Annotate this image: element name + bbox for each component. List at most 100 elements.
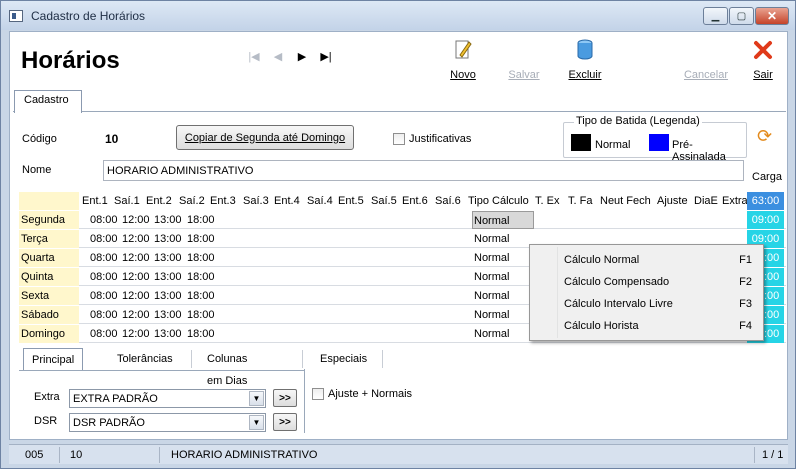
- ajuste-normais-checkbox[interactable]: Ajuste + Normais: [312, 388, 412, 401]
- time-cell[interactable]: 18:00: [187, 325, 215, 343]
- day-cell: Sábado: [19, 306, 79, 324]
- tab-colunas-em-dias[interactable]: Colunas em Dias: [199, 348, 255, 387]
- chevron-down-icon[interactable]: ▼: [249, 415, 264, 430]
- tipo-calculo-cell[interactable]: Normal: [474, 306, 509, 324]
- justificativas-checkbox[interactable]: Justificativas: [393, 133, 471, 146]
- menu-shortcut: F4: [739, 320, 752, 332]
- time-cell[interactable]: 08:00: [90, 230, 118, 248]
- refresh-icon[interactable]: ⟳: [757, 126, 772, 147]
- time-cell[interactable]: 13:00: [154, 249, 182, 267]
- window-title: Cadastro de Horários: [31, 8, 146, 23]
- day-cell: Quarta: [19, 249, 79, 267]
- menu-item-calculo-compensado[interactable]: Cálculo Compensado F2: [564, 272, 754, 292]
- col-ent1: Ent.1: [82, 195, 108, 207]
- checkbox-box[interactable]: [393, 133, 405, 146]
- time-cell[interactable]: 18:00: [187, 211, 215, 229]
- checkbox-box[interactable]: [312, 388, 324, 401]
- sair-label: Sair: [753, 69, 773, 81]
- novo-button[interactable]: Novo: [433, 38, 493, 81]
- status-divider: [754, 447, 755, 463]
- salvar-label: Salvar: [508, 69, 540, 81]
- tipo-calculo-cell[interactable]: Normal: [474, 287, 509, 305]
- time-cell[interactable]: 12:00: [122, 325, 150, 343]
- time-cell[interactable]: 18:00: [187, 306, 215, 324]
- time-cell[interactable]: 08:00: [90, 211, 118, 229]
- title-bar[interactable]: Cadastro de Horários ▁ ▢ ✕: [1, 1, 795, 30]
- extra-select[interactable]: EXTRA PADRÃO ▼: [69, 389, 266, 408]
- time-cell[interactable]: 18:00: [187, 287, 215, 305]
- time-cell[interactable]: 18:00: [187, 249, 215, 267]
- col-ent6: Ent.6: [402, 195, 428, 207]
- panel-divider: [304, 369, 305, 433]
- time-cell[interactable]: 13:00: [154, 268, 182, 286]
- time-cell[interactable]: 13:00: [154, 230, 182, 248]
- tab-especiais[interactable]: Especiais: [312, 348, 375, 370]
- extra-more-button[interactable]: >>: [273, 389, 297, 407]
- tab-principal[interactable]: Principal: [23, 348, 84, 370]
- copy-week-button[interactable]: Copiar de Segunda até Domingo: [176, 125, 354, 150]
- total-carga: 63:00: [747, 192, 784, 210]
- tipo-calculo-cell[interactable]: Normal: [474, 230, 509, 248]
- next-record-button[interactable]: ▶: [290, 50, 314, 63]
- close-button[interactable]: ✕: [755, 7, 789, 25]
- time-cell[interactable]: 12:00: [122, 287, 150, 305]
- tab-separator: [191, 350, 192, 368]
- menu-gutter: [557, 247, 558, 338]
- col-ajuste: Ajuste: [657, 195, 688, 207]
- tipo-calculo-cell[interactable]: Normal: [474, 268, 509, 286]
- time-cell[interactable]: 18:00: [187, 230, 215, 248]
- legend-normal: Normal: [595, 139, 631, 151]
- prev-record-button[interactable]: ◀: [266, 50, 290, 63]
- time-cell[interactable]: 08:00: [90, 249, 118, 267]
- cancelar-button[interactable]: Cancelar: [676, 38, 736, 81]
- time-cell[interactable]: 08:00: [90, 268, 118, 286]
- nome-input[interactable]: HORARIO ADMINISTRATIVO: [103, 160, 744, 181]
- excluir-button[interactable]: Excluir: [555, 38, 615, 81]
- window-icon: [9, 9, 23, 22]
- status-bar: 005 10 HORARIO ADMINISTRATIVO 1 / 1: [9, 444, 788, 464]
- tipo-calculo-cell[interactable]: Normal: [472, 211, 534, 229]
- time-cell[interactable]: 08:00: [90, 325, 118, 343]
- salvar-button[interactable]: Salvar: [494, 38, 554, 81]
- maximize-button[interactable]: ▢: [729, 7, 754, 25]
- time-cell[interactable]: 13:00: [154, 325, 182, 343]
- time-cell[interactable]: 13:00: [154, 287, 182, 305]
- col-sai4: Saí.4: [307, 195, 333, 207]
- table-row[interactable]: Segunda 08:00 12:00 13:00 18:00 Normal 09:00: [19, 211, 786, 229]
- time-cell[interactable]: 12:00: [122, 211, 150, 229]
- dsr-select[interactable]: DSR PADRÃO ▼: [69, 413, 266, 432]
- menu-item-calculo-intervalo-livre[interactable]: Cálculo Intervalo Livre F3: [564, 294, 754, 314]
- dsr-select-value: DSR PADRÃO: [73, 417, 145, 429]
- tipo-calculo-cell[interactable]: Normal: [474, 249, 509, 267]
- time-cell[interactable]: 12:00: [122, 249, 150, 267]
- time-cell[interactable]: 08:00: [90, 306, 118, 324]
- menu-item-calculo-normal[interactable]: Cálculo Normal F1: [564, 250, 754, 270]
- last-record-button[interactable]: ▶|: [314, 50, 338, 63]
- main-panel: Horários |◀ ◀ ▶ ▶| Novo Salvar Excluir C…: [9, 31, 788, 440]
- time-cell[interactable]: 13:00: [154, 306, 182, 324]
- tab-cadastro[interactable]: Cadastro: [14, 90, 82, 113]
- time-cell[interactable]: 13:00: [154, 211, 182, 229]
- minimize-button[interactable]: ▁: [703, 7, 728, 25]
- tab-tolerancias[interactable]: Tolerâncias: [109, 348, 181, 370]
- main-tabstrip: Cadastro: [13, 90, 786, 113]
- grid-header: Ent.1 Saí.1 Ent.2 Saí.2 Ent.3 Saí.3 Ent.…: [19, 192, 786, 210]
- carga-cell: 09:00: [747, 211, 784, 229]
- time-cell[interactable]: 12:00: [122, 306, 150, 324]
- first-record-button[interactable]: |◀: [242, 50, 266, 63]
- status-divider: [59, 447, 60, 463]
- time-cell[interactable]: 18:00: [187, 268, 215, 286]
- tipo-calculo-cell[interactable]: Normal: [474, 325, 509, 343]
- time-cell[interactable]: 08:00: [90, 287, 118, 305]
- nome-label: Nome: [22, 164, 52, 176]
- menu-shortcut: F2: [739, 276, 752, 288]
- sair-button[interactable]: Sair: [733, 38, 793, 81]
- time-cell[interactable]: 12:00: [122, 268, 150, 286]
- dsr-more-button[interactable]: >>: [273, 413, 297, 431]
- menu-item-calculo-horista[interactable]: Cálculo Horista F4: [564, 316, 754, 336]
- chevron-down-icon[interactable]: ▼: [249, 391, 264, 406]
- col-neut: Neut Fech: [600, 195, 651, 207]
- day-cell: Terça: [19, 230, 79, 248]
- menu-shortcut: F1: [739, 254, 752, 266]
- time-cell[interactable]: 12:00: [122, 230, 150, 248]
